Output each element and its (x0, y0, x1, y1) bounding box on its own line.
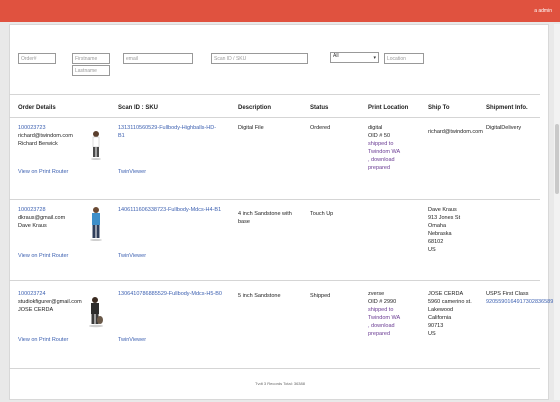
download-link[interactable]: , download (368, 156, 400, 164)
header-print-location[interactable]: Print Location (368, 105, 408, 111)
description: 4 inch Sandstone with base (238, 211, 292, 225)
ship-to-line: 68102 (428, 239, 444, 245)
header-order-details[interactable]: Order Details (18, 105, 56, 111)
ship-to-line: 913 Jones St (428, 215, 461, 221)
print-location-line: OID # 2990 (368, 299, 397, 305)
status-select[interactable]: All ▾ (330, 52, 379, 63)
customer-name: Richard Berwick (18, 141, 58, 147)
print-location: zverse OID # 2990 shipped to Twindom WA … (368, 290, 400, 338)
header-status[interactable]: Status (310, 105, 328, 111)
divider (9, 199, 540, 200)
location-input[interactable] (384, 53, 424, 64)
figurine-thumbnail[interactable] (88, 296, 104, 328)
chevron-down-icon: ▾ (373, 55, 376, 61)
ship-to: Dave Kraus 913 Jones St Omaha Nebraska 6… (428, 206, 460, 254)
shipment-info: DigitalDelivery (486, 125, 522, 131)
scan-id-input[interactable] (211, 53, 308, 64)
sku-link[interactable]: 1313110560529-Fullbody-Highballs-HD-B1 (118, 124, 218, 140)
customer-email: richard@twindom.com (18, 133, 73, 139)
ship-to-line: US (428, 331, 436, 337)
header-ship-to[interactable]: Ship To (428, 105, 450, 111)
header-description[interactable]: Description (238, 105, 271, 111)
scrollbar[interactable] (554, 24, 560, 400)
ship-to-line: Dave Kraus (428, 207, 457, 213)
shipment-info: USPS First Class 9205590164917302836589 (486, 290, 553, 306)
print-location-line: prepared (368, 165, 391, 171)
sku-link[interactable]: 1306410786885529-Fullbody-Mdcs-H5-B0 (118, 290, 233, 298)
order-info: 100023723 richard@twindom.com Richard Be… (18, 124, 73, 148)
twinviewer-link[interactable]: TwinViewer (118, 168, 146, 176)
status: Ordered (310, 125, 331, 131)
shipment-carrier: USPS First Class (486, 291, 529, 297)
ship-to-line: US (428, 247, 436, 253)
description: 5 inch Sandstone (238, 293, 281, 299)
order-info: 100023728 dkraus@gmail.com Dave Kraus (18, 206, 65, 230)
order-id-link[interactable]: 100023724 (18, 290, 82, 298)
print-location-line: Twindom WA (368, 315, 401, 321)
print-location-line: shipped to (368, 307, 394, 313)
user-menu[interactable]: a admin (534, 8, 552, 14)
header-shipment-info[interactable]: Shipment Info. (486, 105, 528, 111)
figurine-thumbnail[interactable] (89, 206, 103, 242)
print-location-line: OID # 50 (368, 133, 391, 139)
header-scan-id[interactable]: Scan ID : SKU (118, 105, 158, 111)
ship-to: richard@twindom.com (428, 129, 483, 135)
order-id-input[interactable] (18, 53, 56, 64)
firstname-input[interactable] (72, 53, 110, 64)
view-on-print-router-link[interactable]: View on Print Router (18, 168, 68, 176)
print-location-line: digital (368, 125, 383, 131)
status-select-value: All (333, 53, 339, 59)
customer-email: dkraus@gmail.com (18, 215, 66, 221)
order-id-link[interactable]: 100023723 (18, 124, 73, 132)
tracking-number-link[interactable]: 9205590164917302836589 (486, 298, 553, 306)
print-location-line: prepared (368, 331, 391, 337)
print-location-line: zverse (368, 291, 385, 297)
sku-link[interactable]: 1406111606338723-Fullbody-Mdcs-H4-B1 (118, 206, 233, 214)
customer-name: Dave Kraus (18, 223, 47, 229)
status: Shipped (310, 293, 331, 299)
print-location-line: shipped to (368, 141, 394, 147)
ship-to-line: 5960 camerino st. (428, 299, 472, 305)
divider (9, 368, 540, 369)
twinviewer-link[interactable]: TwinViewer (118, 336, 146, 344)
lastname-input[interactable] (72, 65, 110, 76)
customer-name: JOSE CERDA (18, 307, 54, 313)
top-bar: a admin (0, 0, 560, 22)
figurine-thumbnail[interactable] (90, 130, 102, 160)
description: Digital File (238, 125, 264, 131)
divider (9, 117, 540, 118)
ship-to-line: Nebraska (428, 231, 452, 237)
download-link[interactable]: , download (368, 322, 400, 330)
ship-to-line: Omaha (428, 223, 447, 229)
ship-to-line: 90713 (428, 323, 444, 329)
ship-to-line: California (428, 315, 452, 321)
order-info: 100023724 studiokfigurer@gmail.com JOSE … (18, 290, 82, 314)
view-on-print-router-link[interactable]: View on Print Router (18, 336, 68, 344)
ship-to: JOSE CERDA 5960 camerino st. Lakewood Ca… (428, 290, 472, 338)
status: Touch Up (310, 211, 334, 217)
ship-to-line: Lakewood (428, 307, 454, 313)
customer-email: studiokfigurer@gmail.com (18, 299, 82, 305)
print-location-line: Twindom WA (368, 149, 401, 155)
print-location: digital OID # 50 shipped to Twindom WA ,… (368, 124, 400, 172)
footer-record-count: Tvdt 3 Records Total: 36388 (255, 381, 305, 386)
twinviewer-link[interactable]: TwinViewer (118, 252, 146, 260)
divider (9, 280, 540, 281)
ship-to-line: JOSE CERDA (428, 291, 464, 297)
email-input[interactable] (123, 53, 193, 64)
view-on-print-router-link[interactable]: View on Print Router (18, 252, 68, 260)
divider (9, 94, 540, 95)
scrollbar-thumb[interactable] (555, 124, 559, 194)
order-id-link[interactable]: 100023728 (18, 206, 65, 214)
